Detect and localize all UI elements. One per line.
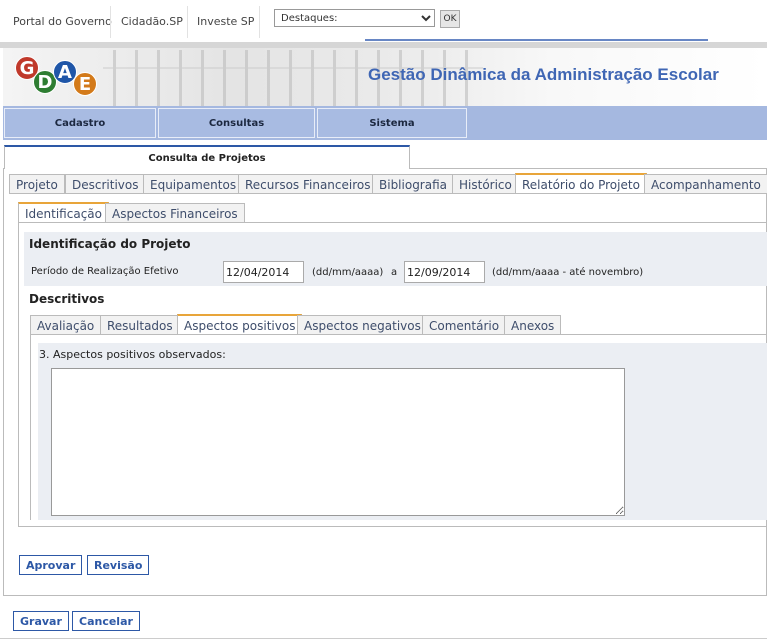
revisao-button[interactable]: Revisão <box>87 555 150 575</box>
tab-comentario[interactable]: Comentário <box>422 315 507 335</box>
date-range-connector: a <box>391 267 398 278</box>
investe-sp-link[interactable]: Investe SP <box>197 15 254 28</box>
title-underline <box>365 39 708 41</box>
menu-cadastro[interactable]: Cadastro <box>4 108 156 138</box>
tab-recursos-financeiros[interactable]: Recursos Financeiros <box>238 174 378 194</box>
tab-acompanhamento[interactable]: Acompanhamento <box>644 174 767 194</box>
descritivos-title: Descritivos <box>29 292 105 306</box>
tab-projeto[interactable]: Projeto <box>9 174 65 194</box>
tab-aspectos-positivos[interactable]: Aspectos positivos <box>177 314 303 335</box>
panel-border <box>18 222 19 527</box>
tab-avaliacao[interactable]: Avaliação <box>30 315 102 335</box>
identificacao-title: Identificação do Projeto <box>29 237 191 251</box>
gdae-logo: G D A E <box>11 53 101 99</box>
top-separator <box>187 6 188 38</box>
date-format-hint: (dd/mm/aaaa) <box>312 267 384 278</box>
tab-bibliografia[interactable]: Bibliografia <box>372 174 455 194</box>
ok-button[interactable]: OK <box>440 10 460 28</box>
tab-anexos[interactable]: Anexos <box>504 315 562 335</box>
tab-baseline <box>18 222 767 223</box>
menu-sistema[interactable]: Sistema <box>317 108 467 138</box>
panel-border <box>18 526 767 527</box>
cancelar-button[interactable]: Cancelar <box>72 611 140 631</box>
start-date-input[interactable] <box>223 261 304 283</box>
gravar-button[interactable]: Gravar <box>13 611 69 631</box>
footer-divider <box>0 638 767 639</box>
destaques-select[interactable]: Destaques: <box>274 9 435 27</box>
tab-baseline <box>9 193 767 194</box>
tab-baseline <box>30 334 767 335</box>
tab-aspectos-negativos[interactable]: Aspectos negativos <box>297 315 428 335</box>
portal-do-governo-link[interactable]: Portal do Governo <box>13 15 112 28</box>
tab-aspectos-financeiros[interactable]: Aspectos Financeiros <box>105 203 245 223</box>
cidadao-sp-link[interactable]: Cidadão.SP <box>121 15 183 28</box>
menu-consultas[interactable]: Consultas <box>158 108 315 138</box>
logo-letter-e: E <box>73 72 97 96</box>
aprovar-button[interactable]: Aprovar <box>19 555 83 575</box>
tab-historico[interactable]: Histórico <box>452 174 519 194</box>
period-label: Período de Realização Efetivo <box>31 266 179 277</box>
top-separator <box>259 6 260 38</box>
tab-resultados[interactable]: Resultados <box>100 315 180 335</box>
top-separator <box>110 6 111 38</box>
end-date-input[interactable] <box>404 261 485 283</box>
tab-baseline <box>410 168 767 169</box>
system-title: Gestão Dinâmica da Administração Escolar <box>368 65 719 84</box>
tab-descritivos[interactable]: Descritivos <box>65 174 146 194</box>
aspectos-positivos-textarea[interactable] <box>51 368 625 516</box>
end-date-format-hint: (dd/mm/aaaa - até novembro) <box>492 267 644 278</box>
tab-consulta-de-projetos[interactable]: Consulta de Projetos <box>4 145 410 169</box>
government-top-bar: Portal do Governo Cidadão.SP Investe SP … <box>0 0 767 42</box>
panel-border <box>30 334 31 520</box>
tab-equipamentos[interactable]: Equipamentos <box>143 174 244 194</box>
tab-identificacao[interactable]: Identificação <box>18 202 109 223</box>
banner: G D A E Gestão Dinâmica da Administração… <box>3 48 767 106</box>
main-menu-bar: Cadastro Consultas Sistema <box>3 106 767 140</box>
aspectos-positivos-label: 3. Aspectos positivos observados: <box>39 348 226 361</box>
tab-relatorio-do-projeto[interactable]: Relatório do Projeto <box>515 173 647 194</box>
